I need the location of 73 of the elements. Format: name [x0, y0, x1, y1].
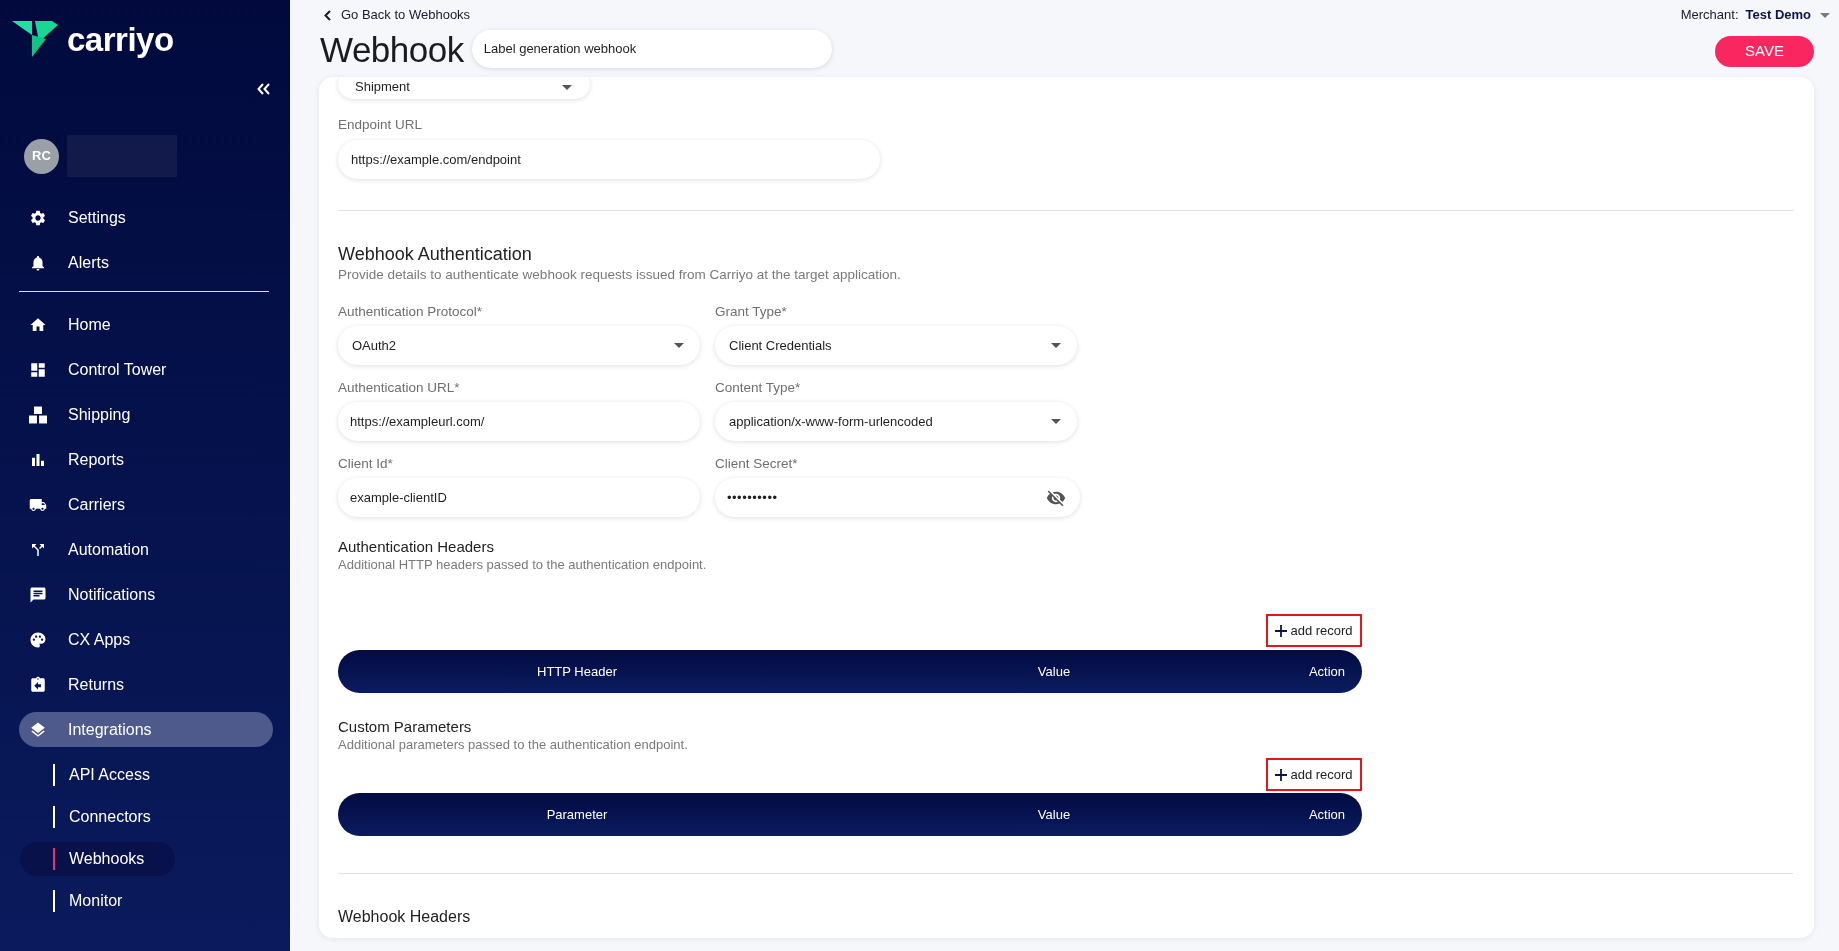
field-label: Client Id*: [338, 455, 394, 473]
layers-icon: [29, 720, 47, 739]
bell-icon: [29, 253, 47, 272]
nav-item[interactable]: Home: [19, 307, 273, 342]
boxes-icon: [29, 405, 47, 424]
nav-item[interactable]: Control Tower: [19, 352, 273, 387]
column-header: Parameter: [546, 805, 608, 824]
save-button[interactable]: SAVE: [1715, 36, 1814, 67]
gear-icon: [29, 208, 47, 227]
text-field[interactable]: example-clientID: [338, 478, 700, 517]
sub-nav-item[interactable]: Webhooks: [20, 842, 175, 876]
nav-item[interactable]: Integrations: [19, 712, 273, 747]
caret-icon: [1051, 343, 1061, 348]
column-header: Action: [1308, 662, 1346, 681]
sub-nav-item[interactable]: Monitor: [20, 884, 175, 918]
brand-name: carriyo: [67, 22, 174, 56]
chevron-left-icon: [324, 9, 331, 21]
sub-nav-item[interactable]: API Access: [20, 758, 175, 792]
merchant-label: Merchant:: [1680, 6, 1739, 25]
field-label: Authentication URL*: [338, 379, 461, 397]
merchant-dropdown[interactable]: Test Demo: [1745, 5, 1830, 25]
caret-icon: [674, 343, 684, 348]
field-label: Authentication Protocol*: [338, 303, 484, 321]
add-record-button[interactable]: add record: [1266, 758, 1362, 791]
add-record-button[interactable]: add record: [1266, 614, 1362, 647]
nav-item[interactable]: Settings: [19, 200, 273, 235]
section-description: Additional parameters passed to the authentication endpoint.: [338, 737, 689, 753]
caret-icon: [562, 84, 572, 90]
avatar: RC: [24, 138, 59, 174]
nav-item[interactable]: CX Apps: [19, 622, 273, 657]
page-title: Webhook: [320, 31, 464, 67]
field-label: Grant Type*: [715, 303, 788, 321]
field-label: Client Secret*: [715, 455, 799, 473]
section-description: Provide details to authenticate webhook requests issued from Carriyo at the target application.: [338, 266, 902, 284]
column-header: Action: [1308, 805, 1346, 824]
sub-nav-item[interactable]: Connectors: [20, 800, 175, 834]
dashboard-icon: [29, 360, 47, 379]
section-heading: Webhook Authentication: [338, 243, 533, 266]
select-field[interactable]: Client Credentials: [715, 326, 1077, 365]
url-field[interactable]: https://example.com/endpoint: [338, 140, 880, 179]
nav-item[interactable]: Carriers: [19, 487, 273, 522]
nav-item[interactable]: Alerts: [19, 245, 273, 280]
caret-icon: [1820, 12, 1830, 18]
column-header: HTTP Header: [537, 662, 617, 681]
select-field[interactable]: application/x-www-form-urlencoded: [715, 402, 1077, 441]
plus-icon: [1275, 624, 1288, 637]
field-label: Endpoint URL: [338, 116, 424, 134]
section-title: Webhook Headers: [338, 907, 472, 927]
column-header: Value: [1037, 662, 1071, 681]
double-chevron-left-icon: [257, 83, 270, 95]
logo-icon: [12, 21, 58, 57]
back-link[interactable]: Go Back to Webhooks: [320, 5, 832, 25]
column-header: Value: [1037, 805, 1071, 824]
clipboard-icon: [29, 675, 47, 694]
chat-icon: [29, 585, 47, 604]
nav-item[interactable]: Returns: [19, 667, 273, 702]
field-label: Content Type*: [715, 379, 802, 397]
nav-item[interactable]: Notifications: [19, 577, 273, 612]
event-select-field[interactable]: Shipment: [338, 77, 590, 99]
nav-item[interactable]: Automation: [19, 532, 273, 567]
section-description: Additional HTTP headers passed to the authentication endpoint.: [338, 557, 708, 573]
webhook-name-field[interactable]: Label generation webhook: [471, 30, 832, 68]
palette-icon: [29, 630, 47, 649]
section-title: Authentication Headers: [338, 537, 495, 557]
nav-item[interactable]: Reports: [19, 442, 273, 477]
nav-item[interactable]: Shipping: [19, 397, 273, 432]
select-field[interactable]: OAuth2: [338, 326, 700, 365]
text-field[interactable]: https://exampleurl.com/: [338, 402, 700, 441]
section-title: Custom Parameters: [338, 717, 473, 737]
caret-icon: [1051, 419, 1061, 424]
password-field[interactable]: ••••••••••: [715, 478, 1080, 517]
plus-icon: [1275, 768, 1288, 781]
collapse-button[interactable]: [257, 82, 270, 96]
